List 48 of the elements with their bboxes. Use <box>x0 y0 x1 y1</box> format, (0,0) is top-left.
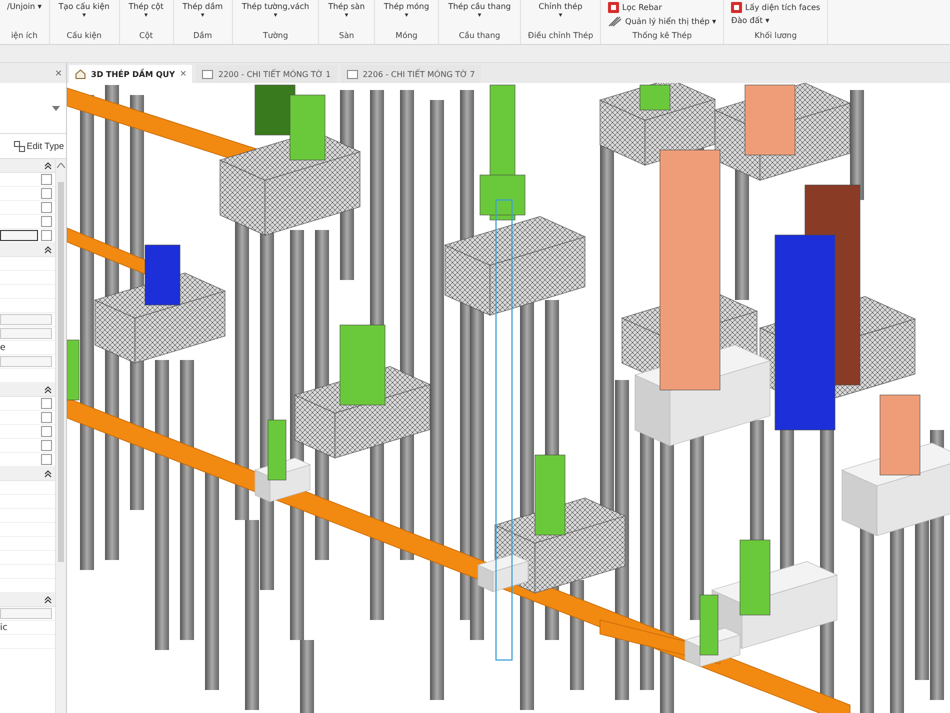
collapse-icon[interactable] <box>44 386 52 394</box>
checkbox[interactable] <box>41 440 52 451</box>
group-label: Móng <box>396 31 418 40</box>
group-label: Khối lương <box>754 31 797 40</box>
rebar-lines-icon <box>608 16 622 27</box>
ribbon-button[interactable]: Quản lý hiển thị thép ▾ <box>608 16 716 27</box>
group-label: Tường <box>263 31 288 40</box>
checkbox[interactable] <box>41 398 52 409</box>
property-label: ic <box>0 622 8 632</box>
view-tab[interactable]: 3D THÉP DẦM QUY × <box>69 65 192 83</box>
dropdown-caret-icon[interactable] <box>52 106 60 110</box>
checkbox[interactable] <box>41 202 52 213</box>
edit-type-icon <box>14 140 25 152</box>
group-label: Cột <box>139 31 153 40</box>
collapse-icon[interactable] <box>44 162 52 170</box>
group-label: Cấu kiện <box>66 31 102 40</box>
collapse-icon[interactable] <box>44 470 52 478</box>
input-field[interactable] <box>0 230 38 241</box>
group-label: iện ích <box>11 31 38 40</box>
sheet-icon <box>202 70 214 78</box>
ribbon-button[interactable]: Lọc Rebar <box>608 2 662 13</box>
house-icon <box>75 69 86 79</box>
view-tab[interactable]: 2206 - CHI TIẾT MÓNG TỜ 7 <box>340 65 482 83</box>
close-button[interactable]: × <box>54 67 62 79</box>
unjoin-button[interactable]: /Unjoin ▾ <box>7 2 42 11</box>
close-tab-button[interactable]: × <box>180 68 186 80</box>
group-label: Cầu thang <box>458 31 500 40</box>
collapse-icon[interactable] <box>44 246 52 254</box>
sheet-icon <box>346 70 358 78</box>
ribbon-button[interactable]: Lấy diện tích faces <box>731 2 820 13</box>
scrollbar-thumb[interactable] <box>58 182 64 562</box>
group-label: Sàn <box>339 31 354 40</box>
ribbon-button[interactable]: Đào đất ▾ <box>731 16 770 25</box>
checkbox[interactable] <box>41 454 52 465</box>
group-label: Dầm <box>193 31 212 40</box>
checkbox[interactable] <box>41 412 52 423</box>
collapse-icon[interactable] <box>44 596 52 604</box>
checkbox[interactable] <box>41 188 52 199</box>
checkbox[interactable] <box>41 230 52 241</box>
group-label: Thống kê Thép <box>632 31 692 40</box>
checkbox[interactable] <box>41 426 52 437</box>
group-label: Điều chỉnh Thép <box>528 31 594 40</box>
scroll-up-icon[interactable] <box>57 163 65 168</box>
checkbox[interactable] <box>41 216 52 227</box>
view-tab[interactable]: 2200 - CHI TIẾT MÓNG TỜ 1 <box>196 65 337 83</box>
checkbox[interactable] <box>41 174 52 185</box>
edit-type-button[interactable]: Edit Type <box>26 141 64 151</box>
property-label: e <box>0 342 6 352</box>
